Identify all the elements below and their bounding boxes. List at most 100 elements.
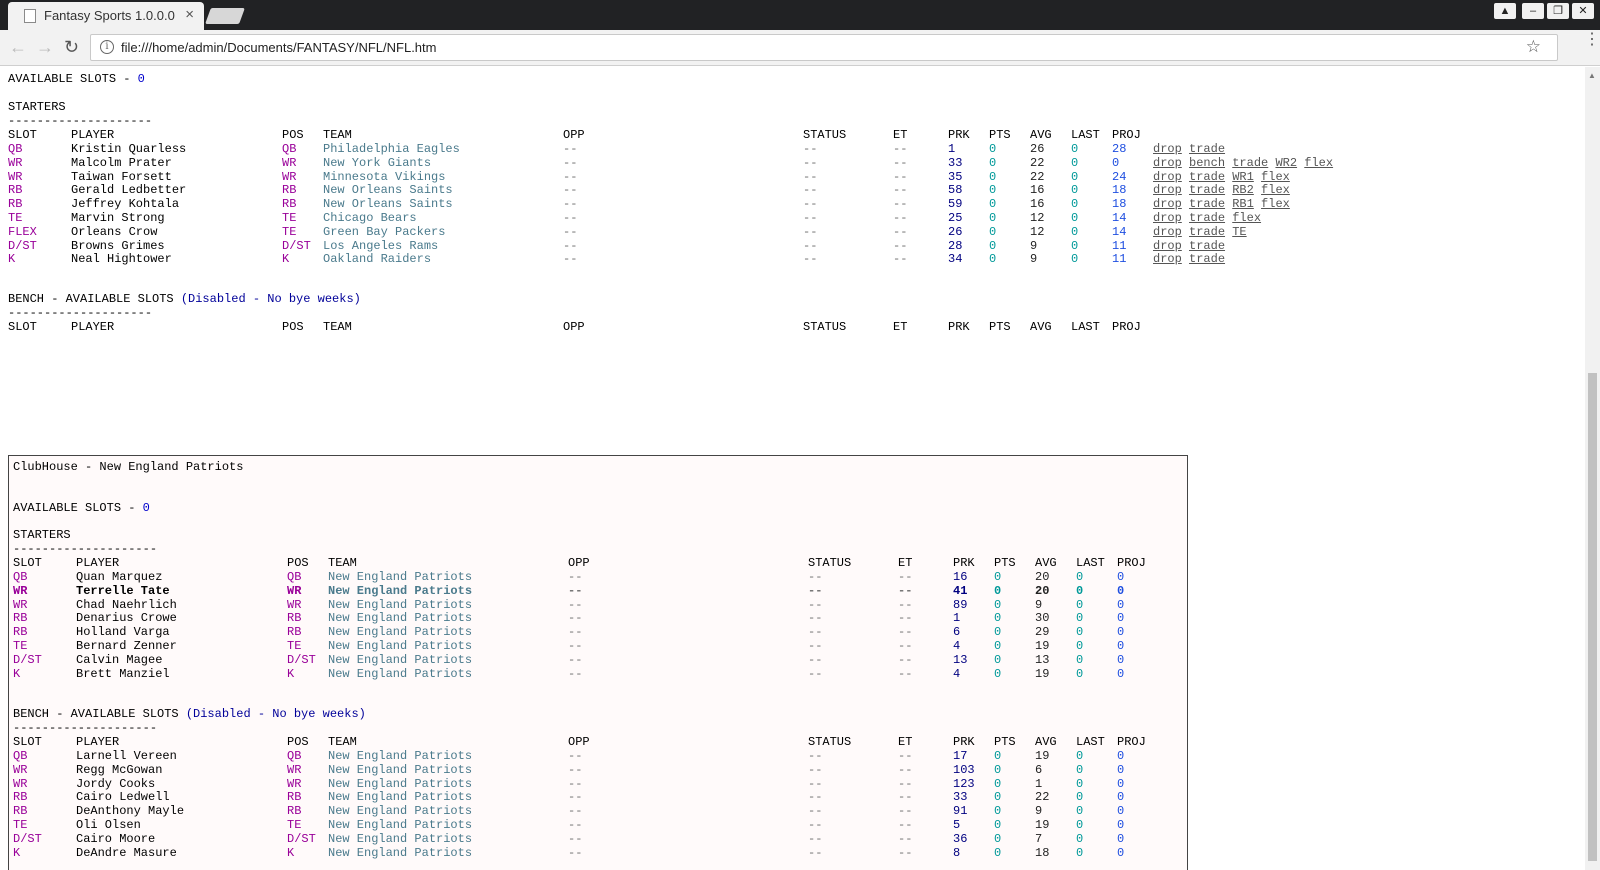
user-icon[interactable]: ▲ xyxy=(1494,3,1516,19)
reload-icon[interactable]: ↻ xyxy=(64,37,79,57)
action-drop-link[interactable]: drop xyxy=(1153,225,1182,239)
restore-icon[interactable]: ❐ xyxy=(1547,3,1569,19)
action-bench-link[interactable]: bench xyxy=(1189,156,1225,170)
cell-player[interactable]: Jordy Cooks xyxy=(76,777,155,791)
action-trade-link[interactable]: trade xyxy=(1232,156,1268,170)
cell-opp: -- xyxy=(563,142,578,156)
cell-avg: 26 xyxy=(1030,142,1045,156)
action-drop-link[interactable]: drop xyxy=(1153,156,1182,170)
scroll-up-icon[interactable]: ▲ xyxy=(1588,71,1596,80)
cell-pos: WR xyxy=(287,776,302,791)
cell-player[interactable]: Marvin Strong xyxy=(71,211,165,225)
action-rb2-link[interactable]: RB2 xyxy=(1232,183,1254,197)
cell-player[interactable]: Malcolm Prater xyxy=(71,156,172,170)
cell-status: -- xyxy=(803,252,818,267)
cell-player[interactable]: Taiwan Forsett xyxy=(71,170,172,184)
close-tab-icon[interactable]: × xyxy=(185,7,194,22)
cell-player[interactable]: Neal Hightower xyxy=(71,252,172,266)
cell-proj: 0 xyxy=(1117,804,1125,819)
cell-et: -- xyxy=(898,762,913,777)
action-trade-link[interactable]: trade xyxy=(1189,239,1225,253)
cell-player[interactable]: DeAndre Masure xyxy=(76,846,177,860)
cell-status: -- xyxy=(808,790,823,805)
cell-avg: 6 xyxy=(1035,762,1043,777)
browser-menu-icon[interactable]: ⋮ xyxy=(1584,32,1600,48)
page-scrollbar[interactable]: ▲ xyxy=(1585,67,1600,870)
bookmark-star-icon[interactable]: ☆ xyxy=(1526,37,1541,57)
minimize-icon[interactable]: – xyxy=(1522,3,1544,19)
action-trade-link[interactable]: trade xyxy=(1189,183,1225,197)
action-flex-link[interactable]: flex xyxy=(1304,156,1333,170)
action-drop-link[interactable]: drop xyxy=(1153,239,1182,253)
action-trade-link[interactable]: trade xyxy=(1189,252,1225,266)
action-drop-link[interactable]: drop xyxy=(1153,183,1182,197)
scrollbar-thumb[interactable] xyxy=(1588,373,1597,861)
cell-pos: WR xyxy=(287,597,302,612)
cell-player[interactable]: Brett Manziel xyxy=(76,667,170,681)
cell-player[interactable]: DeAnthony Mayle xyxy=(76,804,184,818)
cell-player[interactable]: Browns Grimes xyxy=(71,239,165,253)
url-text[interactable]: file:///home/admin/Documents/FANTASY/NFL… xyxy=(121,40,436,55)
action-drop-link[interactable]: drop xyxy=(1153,170,1182,184)
cell-player[interactable]: Chad Naehrlich xyxy=(76,598,177,612)
cell-player[interactable]: Larnell Vereen xyxy=(76,749,177,763)
action-trade-link[interactable]: trade xyxy=(1189,211,1225,225)
address-bar[interactable]: i file:///home/admin/Documents/FANTASY/N… xyxy=(90,34,1558,61)
info-icon[interactable]: i xyxy=(100,40,114,54)
cell-player[interactable]: Jeffrey Kohtala xyxy=(71,197,179,211)
cell-player[interactable]: Denarius Crowe xyxy=(76,611,177,625)
cell-prk: 1 xyxy=(948,142,956,156)
cell-status: -- xyxy=(803,224,818,239)
cell-prk: 1 xyxy=(953,611,961,626)
action-wr1-link[interactable]: WR1 xyxy=(1232,170,1254,184)
cell-player[interactable]: Orleans Crow xyxy=(71,225,157,239)
clubhouse-available-line: AVAILABLE SLOTS - 0 xyxy=(13,501,150,515)
cell-last: 0 xyxy=(1076,845,1084,860)
action-wr2-link[interactable]: WR2 xyxy=(1275,156,1297,170)
cell-slot: WR xyxy=(8,169,23,184)
cell-status: -- xyxy=(808,583,823,598)
cell-opp: -- xyxy=(563,197,578,212)
cell-player[interactable]: Terrelle Tate xyxy=(76,584,170,598)
column-header-avg: AVG xyxy=(1035,735,1057,749)
action-flex-link[interactable]: flex xyxy=(1232,211,1261,225)
cell-pos: RB xyxy=(287,790,302,805)
action-flex-link[interactable]: flex xyxy=(1261,183,1290,197)
action-trade-link[interactable]: trade xyxy=(1189,225,1225,239)
cell-player[interactable]: Cairo Moore xyxy=(76,832,155,846)
cell-player[interactable]: Holland Varga xyxy=(76,625,170,639)
back-icon[interactable]: ← xyxy=(9,37,27,57)
action-trade-link[interactable]: trade xyxy=(1189,197,1225,211)
cell-status: -- xyxy=(808,652,823,667)
cell-status: -- xyxy=(803,183,818,198)
cell-player[interactable]: Regg McGowan xyxy=(76,763,162,777)
cell-proj: 18 xyxy=(1112,197,1127,212)
action-drop-link[interactable]: drop xyxy=(1153,142,1182,156)
cell-team: New England Patriots xyxy=(328,597,473,612)
new-tab-button[interactable] xyxy=(205,8,245,24)
cell-player[interactable]: Gerald Ledbetter xyxy=(71,183,186,197)
action-rb1-link[interactable]: RB1 xyxy=(1232,197,1254,211)
cell-status: -- xyxy=(808,831,823,846)
cell-player[interactable]: Calvin Magee xyxy=(76,653,162,667)
cell-player[interactable]: Cairo Ledwell xyxy=(76,790,170,804)
action-te-link[interactable]: TE xyxy=(1232,225,1246,239)
action-drop-link[interactable]: drop xyxy=(1153,252,1182,266)
action-trade-link[interactable]: trade xyxy=(1189,142,1225,156)
action-drop-link[interactable]: drop xyxy=(1153,197,1182,211)
cell-player[interactable]: Quan Marquez xyxy=(76,570,162,584)
action-trade-link[interactable]: trade xyxy=(1189,170,1225,184)
browser-tab-active[interactable]: Fantasy Sports 1.0.0.0 × xyxy=(8,2,204,30)
forward-icon[interactable]: → xyxy=(36,37,54,57)
cell-proj: 11 xyxy=(1112,252,1127,267)
close-window-icon[interactable]: ✕ xyxy=(1572,3,1594,19)
cell-status: -- xyxy=(803,197,818,212)
column-header-pts: PTS xyxy=(989,320,1011,334)
action-flex-link[interactable]: flex xyxy=(1261,197,1290,211)
cell-player[interactable]: Bernard Zenner xyxy=(76,639,177,653)
action-flex-link[interactable]: flex xyxy=(1261,170,1290,184)
cell-player[interactable]: Kristin Quarless xyxy=(71,142,186,156)
row-actions: drop trade TE xyxy=(1153,225,1247,239)
action-drop-link[interactable]: drop xyxy=(1153,211,1182,225)
cell-player[interactable]: Oli Olsen xyxy=(76,818,141,832)
